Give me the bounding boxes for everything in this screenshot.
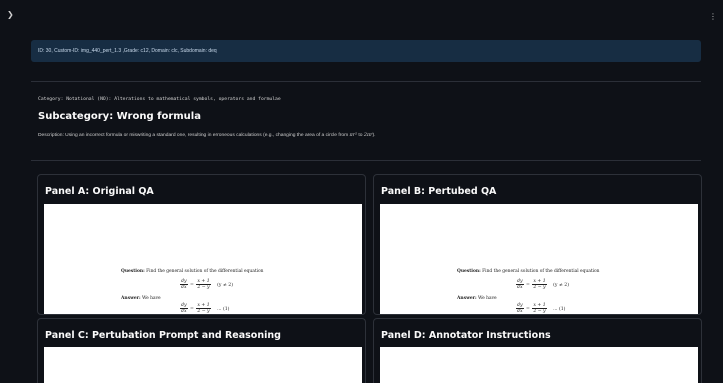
equals-sign: = [190,307,194,312]
panel-title: Panel D: Annotator Instructions [381,330,551,341]
rhs-den: 2 − y [197,285,210,290]
equation-ref: ... (1) [217,307,230,312]
lhs-fraction: dy dx [180,279,188,290]
panel-original-qa: Panel A: Original QA Question: Find the … [37,174,366,315]
question-label: Question: [457,269,481,274]
equation-ref: ... (1) [553,307,566,312]
id-info-banner: ID: 30, Custom-ID: img_440_pert_1.3 ,Gra… [31,40,701,62]
answer-equation: dy dx = x + 12 − y ... (1) [515,303,565,314]
answer-line: Answer: We have [457,296,497,301]
question-label: Question: [121,269,145,274]
original-qa-image: Question: Find the general solution of t… [44,204,362,314]
answer-label: Answer: [121,296,141,301]
rhs-fraction: x + 12 − y [532,279,547,290]
category-line: Category: Notational (NO): Alterations t… [38,97,281,102]
description-math-changed: 2πr [363,132,373,138]
id-info-text: ID: 30, Custom-ID: img_440_pert_1.3 ,Gra… [38,48,217,54]
question-text: Find the general solution of the differe… [480,269,600,274]
prompt-reasoning-image [44,347,362,383]
panel-title: Panel B: Pertubed QA [381,186,497,197]
equals-sign: = [526,283,530,288]
divider [31,160,701,161]
perturbed-qa-image: Question: Find the general solution of t… [380,204,698,314]
answer-text: We have [476,296,497,301]
equation-condition: (y ≠ 2) [217,283,233,288]
lhs-den: dx [517,285,523,290]
question-line: Question: Find the general solution of t… [457,269,600,274]
chevron-right-icon[interactable]: ❯ [7,10,14,19]
equation-condition: (y ≠ 2) [553,283,569,288]
rhs-den: 2 − y [533,285,546,290]
lhs-fraction: dy dx [516,303,524,314]
description-suffix: ). [372,133,376,138]
description-prefix: Description: Using an incorrect formula … [38,133,350,138]
description-middle: to [357,133,364,138]
rhs-fraction: x + 12 − y [196,303,211,314]
panel-perturbation-prompt: Panel C: Pertubation Prompt and Reasonin… [37,318,366,383]
lhs-den: dx [181,285,187,290]
panel-perturbed-qa: Panel B: Pertubed QA Question: Find the … [373,174,702,315]
answer-equation: dy dx = x + 12 − y ... (1) [179,303,229,314]
top-bar: ❯ ⋮ [0,0,723,30]
subcategory-title: Subcategory: Wrong formula [38,111,201,122]
question-line: Question: Find the general solution of t… [121,269,264,274]
description-text: Description: Using an incorrect formula … [38,132,376,138]
rhs-den: 2 − y [533,309,546,314]
divider [31,81,701,82]
rhs-den: 2 − y [197,309,210,314]
answer-line: Answer: We have [121,296,161,301]
answer-label: Answer: [457,296,477,301]
equals-sign: = [526,307,530,312]
rhs-fraction: x + 12 − y [532,303,547,314]
panel-annotator-instructions: Panel D: Annotator Instructions [373,318,702,383]
annotator-instructions-image [380,347,698,383]
panel-title: Panel C: Pertubation Prompt and Reasonin… [45,330,281,341]
lhs-den: dx [181,309,187,314]
description-math-original: πr² [349,132,358,138]
kebab-menu-icon[interactable]: ⋮ [709,12,717,21]
lhs-fraction: dy dx [180,303,188,314]
panel-title: Panel A: Original QA [45,186,154,197]
question-text: Find the general solution of the differe… [144,269,264,274]
lhs-fraction: dy dx [516,279,524,290]
lhs-den: dx [517,309,523,314]
question-equation: dy dx = x + 12 − y (y ≠ 2) [515,279,569,290]
equals-sign: = [190,283,194,288]
rhs-fraction: x + 12 − y [196,279,211,290]
answer-text: We have [140,296,161,301]
question-equation: dy dx = x + 12 − y (y ≠ 2) [179,279,233,290]
